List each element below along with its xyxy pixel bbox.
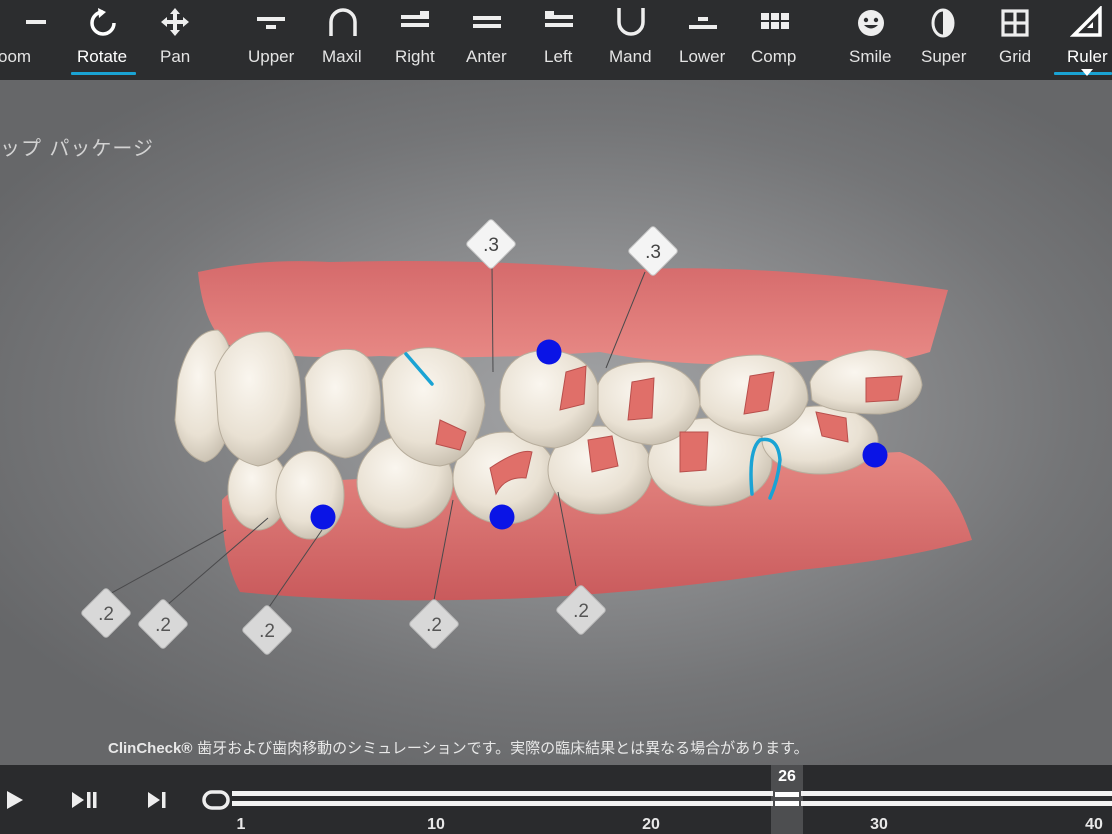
timeline-tick: 30 [870,816,888,833]
tool-label: Upper [248,47,295,66]
top-toolbar: oom Rotate Pan Upper Maxil Right Anter L… [0,0,1112,80]
zoom-out-icon [26,20,46,24]
measurement-value: .2 [259,621,275,642]
anterior-view-button[interactable]: Anter [451,0,523,80]
measurement-value: .2 [98,604,114,625]
3d-viewport[interactable]: ップ パッケージ .3 .3 .2 .2 .2 .2 .2 ClinCheck®… [0,80,1112,765]
pan-icon [161,8,189,36]
upper-gingiva [198,261,948,365]
tool-label: Right [395,47,435,66]
current-stage-number: 26 [778,768,796,785]
measurement-value: .3 [483,235,499,256]
measurement-value: .2 [426,615,442,636]
tool-label: Super [921,47,967,66]
measurement-value: .2 [155,615,171,636]
tool-label: Maxil [322,47,362,66]
timeline-tick: 40 [1085,816,1103,833]
measurement-value: .2 [573,601,589,622]
play-icon[interactable] [5,790,25,810]
play-pause-icon[interactable] [71,790,99,810]
mandibular-arch-icon [617,8,645,36]
tool-label: oom [0,47,32,66]
ruler-dropdown-caret-icon[interactable] [1081,69,1093,76]
upper-button[interactable]: Upper [235,0,307,80]
comp-button[interactable]: Comp [739,0,811,80]
tool-label: Lower [679,47,726,66]
mand-button[interactable]: Mand [595,0,667,80]
right-view-icon [401,11,429,27]
pan-button[interactable]: Pan [139,0,211,80]
tool-label: Anter [466,47,507,66]
tool-label: Left [544,47,573,66]
maxil-button[interactable]: Maxil [307,0,379,80]
grid-icon [1001,9,1029,37]
dental-model-scene: .3 .3 .2 .2 .2 .2 .2 [81,219,972,655]
upper-jaw-icon [257,17,285,29]
disclaimer-text: 歯牙および歯肉移動のシミュレーションです。実際の臨床結果とは異なる場合があります… [192,739,809,757]
disclaimer-brand: ClinCheck® [108,740,193,757]
rotate-button[interactable]: Rotate [67,0,139,80]
active-underline [71,72,136,75]
ruler-icon [1070,6,1102,37]
compare-icon [761,13,789,29]
ruler-button[interactable]: Ruler [1051,0,1112,80]
left-view-button[interactable]: Left [523,0,595,80]
smile-icon [858,10,884,36]
stage-timeline: 26 1 10 20 30 40 [0,765,1112,834]
right-view-button[interactable]: Right [379,0,451,80]
timeline-tick: 20 [642,816,660,833]
measurement-badge-upper-1: .3 [466,219,516,269]
maxillary-arch-icon [329,8,357,36]
stage-slider[interactable] [200,789,1112,813]
timeline-tick: 1 [236,816,246,833]
tool-label: Pan [160,47,191,66]
smile-button[interactable]: Smile [835,0,907,80]
step-forward-icon[interactable] [146,790,168,810]
anterior-view-icon [473,16,501,28]
start-handle-icon [202,790,230,810]
timeline-tick: 10 [427,816,445,833]
super-button[interactable]: Super [907,0,979,80]
measurement-badge-lower-2: .2 [138,599,188,649]
tool-label: Comp [751,47,797,66]
simulation-disclaimer: ClinCheck® 歯牙および歯肉移動のシミュレーションです。実際の臨床結果と… [108,737,809,758]
tool-label: Rotate [77,47,128,66]
grid-button[interactable]: Grid [979,0,1051,80]
measurement-badge-lower-1: .2 [81,588,131,638]
superimpose-icon [931,8,955,38]
lower-button[interactable]: Lower [667,0,739,80]
tool-label: Ruler [1067,47,1108,66]
tool-label: Mand [609,47,652,66]
zoom-out-button[interactable]: oom [0,0,70,80]
measurement-badge-lower-4: .2 [409,599,459,649]
tool-label: Smile [849,47,892,66]
rotate-icon [90,8,116,36]
left-view-icon [545,11,573,27]
tool-label: Grid [999,47,1032,66]
measurement-badge-lower-3: .2 [242,605,292,655]
lower-jaw-icon [689,17,717,29]
measurement-value: .3 [645,242,661,263]
